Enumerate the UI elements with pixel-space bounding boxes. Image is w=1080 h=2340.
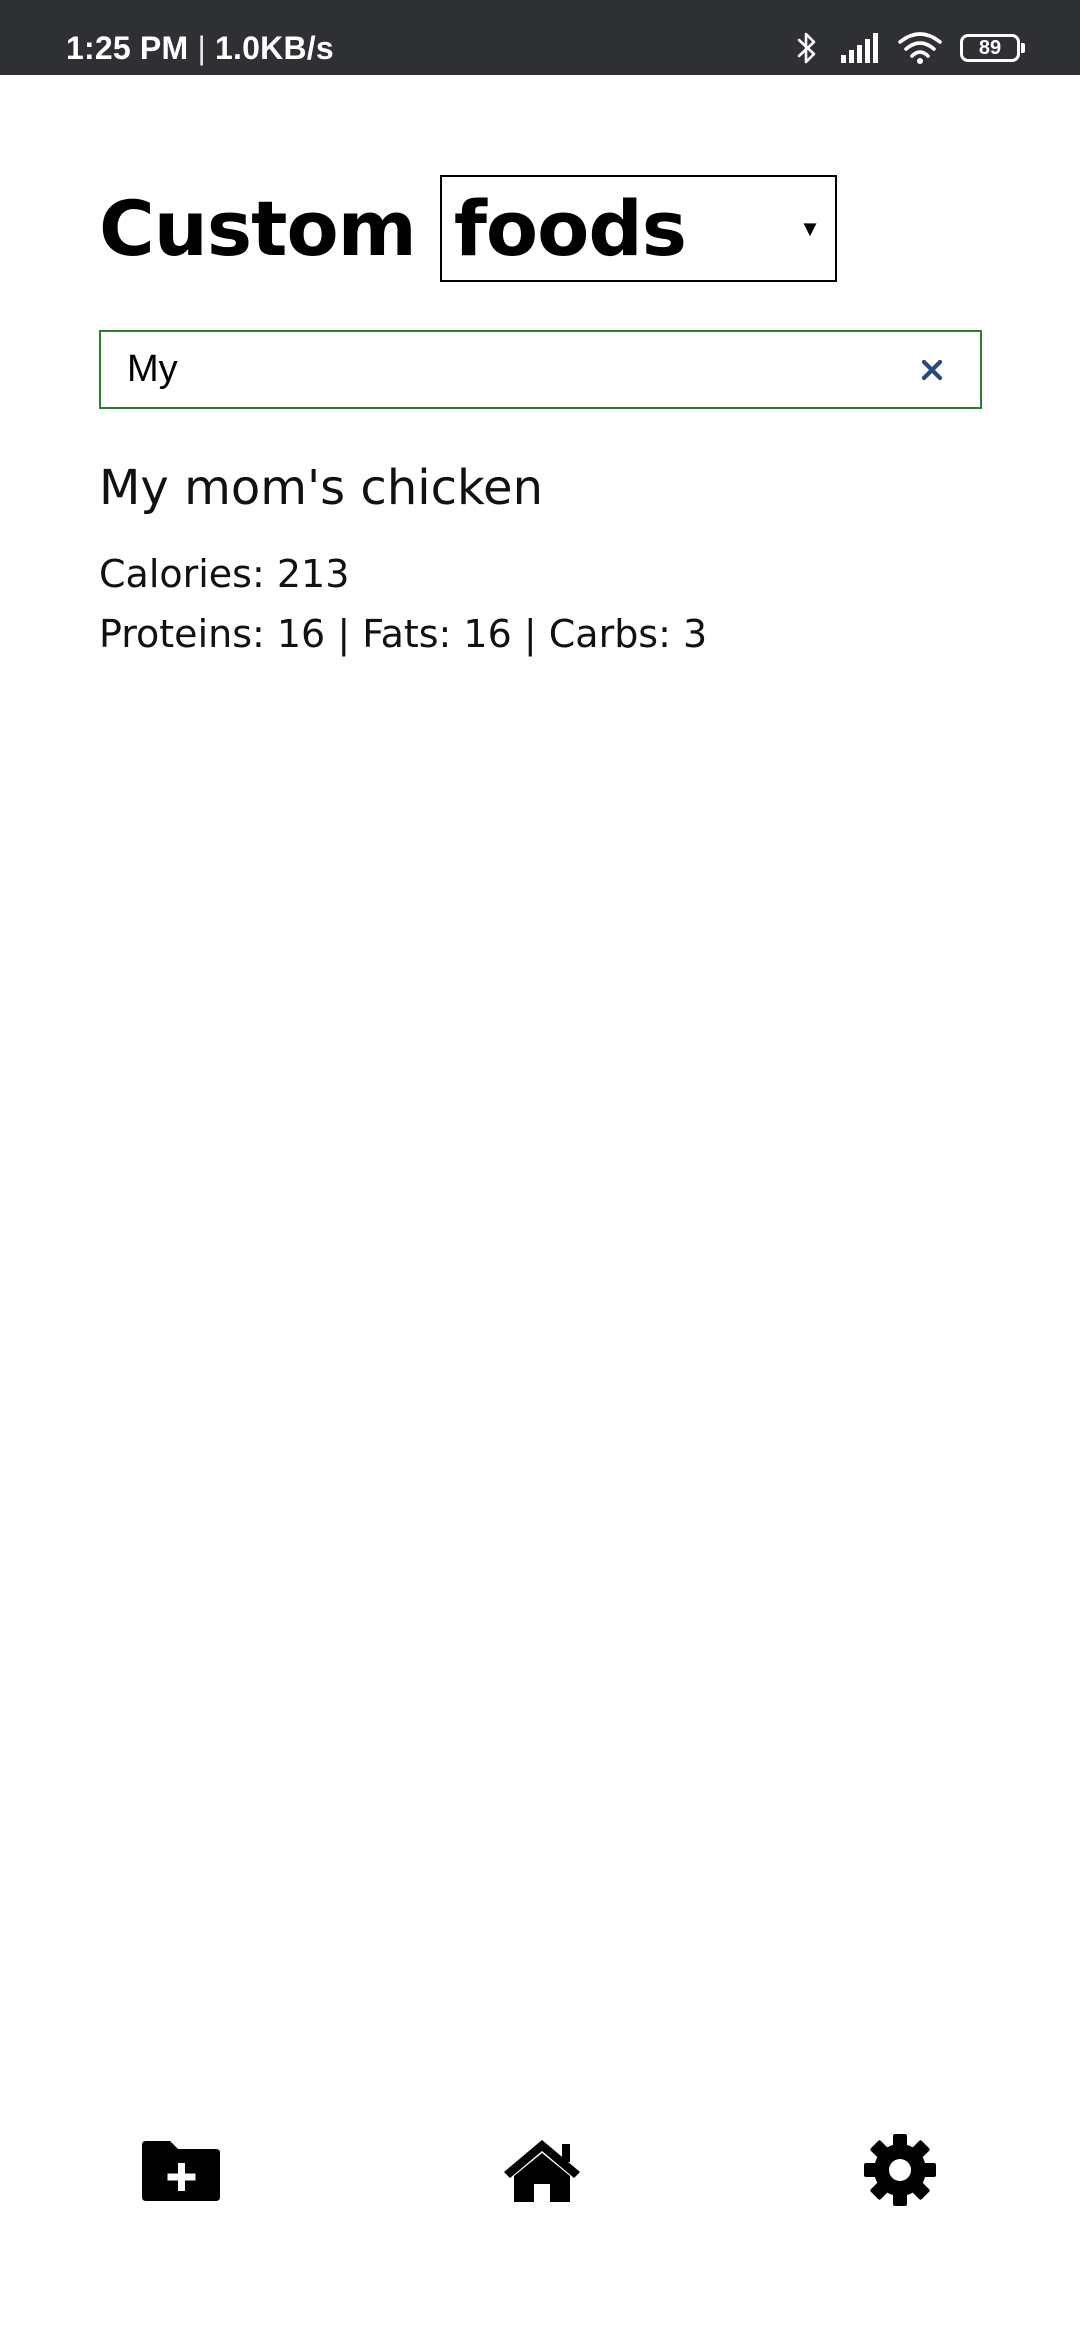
status-separator: | [197,30,206,66]
folder-plus-icon [142,2141,220,2201]
home-button[interactable] [500,2130,584,2210]
category-dropdown[interactable]: foods ▼ [439,175,837,282]
food-calories: Calories: 213 [99,552,350,596]
page-header: Custom foods ▼ [99,175,837,282]
food-macros: Proteins: 16 | Fats: 16 | Carbs: 3 [99,612,708,656]
add-food-button[interactable] [140,2130,222,2210]
battery-level: 89 [978,37,1002,59]
signal-icon [841,33,878,63]
wifi-icon [898,32,942,64]
battery-icon: 89 [960,34,1025,62]
status-bar: 1:25 PM | 1.0KB/s 89 [0,0,1080,75]
clear-search-button[interactable] [902,340,962,400]
gear-icon [864,2134,936,2206]
bottom-navigation [0,2130,1080,2210]
home-icon [504,2140,580,2202]
food-list-item[interactable]: My mom's chicken Calories: 213 Proteins:… [99,460,979,664]
category-selected-value: foods [453,184,687,273]
dropdown-arrow-icon: ▼ [799,215,821,241]
status-time: 1:25 PM [66,30,189,66]
status-icons: 89 [796,28,1025,68]
page-title: Custom [99,184,417,273]
settings-button[interactable] [862,2130,938,2210]
search-box [99,330,982,409]
status-left: 1:25 PM | 1.0KB/s [66,0,334,75]
network-speed: 1.0KB/s [215,30,334,66]
close-icon [921,359,943,380]
food-name: My mom's chicken [99,460,543,516]
bluetooth-icon [797,32,816,64]
search-input[interactable] [101,331,902,408]
results-list: My mom's chicken Calories: 213 Proteins:… [99,460,979,664]
